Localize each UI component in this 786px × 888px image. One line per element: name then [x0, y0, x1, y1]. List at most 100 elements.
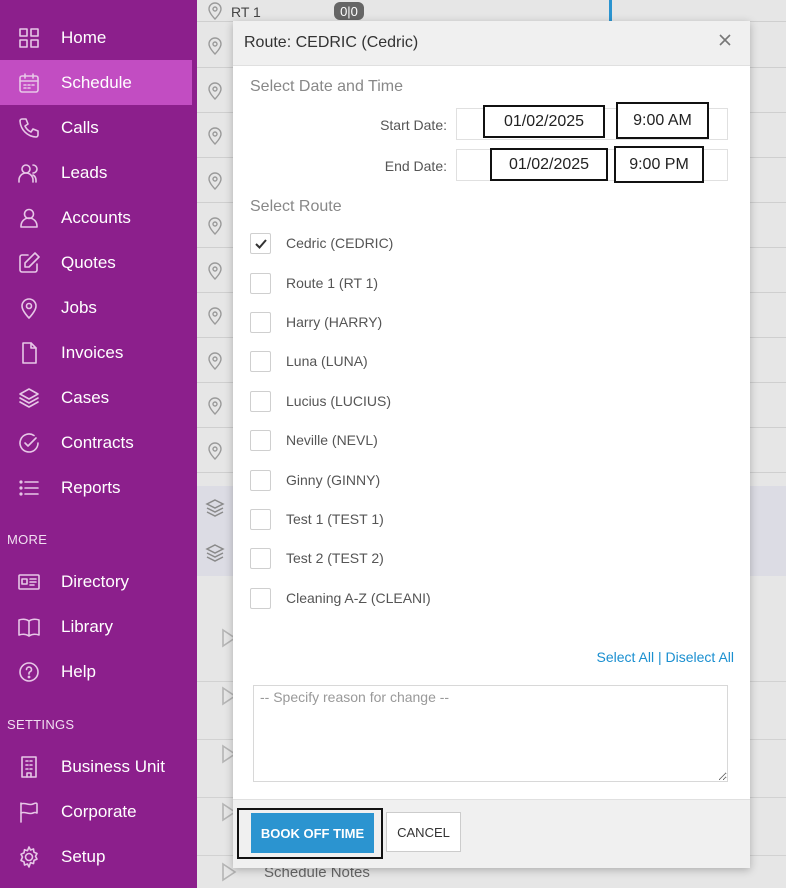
route-option-label: Cleaning A-Z (CLEANI) [286, 590, 431, 606]
now-indicator [609, 0, 612, 22]
route-option[interactable]: Lucius (LUCIUS) [250, 390, 391, 412]
sidebar-item-label: Jobs [61, 297, 97, 317]
route-option[interactable]: Route 1 (RT 1) [250, 272, 378, 294]
check-icon [255, 238, 267, 249]
map-pin-icon [207, 397, 223, 415]
select-all-link[interactable]: Select All [597, 649, 655, 665]
sidebar-item-leads[interactable]: Leads [0, 150, 192, 195]
sidebar-item-label: Accounts [61, 207, 131, 227]
route-checkbox[interactable] [250, 508, 271, 530]
route-option-label: Route 1 (RT 1) [286, 275, 379, 291]
start-time-input[interactable]: 9:00 AM [616, 102, 709, 139]
sidebar-item-label: Schedule [61, 72, 132, 92]
close-button[interactable] [718, 33, 736, 51]
end-date-label: End Date: [384, 158, 447, 174]
section-date-title: Select Date and Time [250, 78, 403, 95]
route-option-label: Neville (NEVL) [286, 432, 378, 448]
map-pin-icon [207, 352, 223, 370]
address-card-icon [16, 569, 42, 595]
sidebar-item-label: Leads [61, 162, 108, 182]
calendar-icon [16, 70, 42, 96]
sidebar-item-business-unit[interactable]: Business Unit [0, 744, 192, 789]
link-separator: | [654, 649, 666, 665]
deselect-all-link[interactable]: Diselect All [666, 649, 734, 665]
section-label-more: MORE [7, 532, 48, 547]
route-checkbox[interactable] [250, 350, 271, 372]
sidebar-item-reports[interactable]: Reports [0, 465, 192, 510]
gear-icon [16, 844, 42, 870]
route-checkbox[interactable] [250, 469, 271, 491]
route-option[interactable]: Ginny (GINNY) [250, 469, 380, 491]
book-off-time-button[interactable]: BOOK OFF TIME [251, 813, 374, 853]
start-date-input[interactable]: 01/02/2025 [483, 105, 605, 138]
phone-icon [16, 115, 42, 141]
sidebar-item-label: Corporate [61, 801, 137, 821]
book-off-time-highlight: BOOK OFF TIME [237, 808, 383, 859]
sidebar-item-contracts[interactable]: Contracts [0, 420, 192, 465]
route-option[interactable]: Neville (NEVL) [250, 429, 378, 451]
sidebar-item-jobs[interactable]: Jobs [0, 285, 192, 330]
sidebar-item-quotes[interactable]: Quotes [0, 240, 192, 285]
sidebar-item-home[interactable]: Home [0, 15, 192, 60]
route-option-label: Luna (LUNA) [286, 353, 368, 369]
sidebar-item-label: Cases [61, 387, 110, 407]
check-circle-icon [16, 430, 42, 456]
reason-textarea[interactable] [253, 685, 728, 782]
map-pin-icon [207, 127, 223, 145]
sidebar-item-cases[interactable]: Cases [0, 375, 192, 420]
route-option[interactable]: Cedric (CEDRIC) [250, 232, 393, 254]
cancel-button[interactable]: CANCEL [386, 812, 461, 852]
sidebar-item-directory[interactable]: Directory [0, 559, 192, 604]
map-pin-icon [207, 262, 223, 280]
sidebar-item-accounts[interactable]: Accounts [0, 195, 192, 240]
route-checkbox[interactable] [250, 390, 271, 412]
route-option[interactable]: Cleaning A-Z (CLEANI) [250, 587, 431, 609]
sidebar-item-corporate[interactable]: Corporate [0, 789, 192, 834]
dialog-title: Route: CEDRIC (Cedric) [244, 34, 419, 51]
sidebar-item-label: Help [61, 661, 96, 681]
layers-icon [16, 385, 42, 411]
route-option-label: Harry (HARRY) [286, 314, 383, 330]
route-label: RT 1 [231, 4, 261, 20]
end-time-input[interactable]: 9:00 PM [614, 146, 704, 183]
route-checkbox[interactable] [250, 232, 271, 254]
flag-icon [16, 799, 42, 825]
sidebar-item-label: Calls [61, 117, 99, 137]
sidebar-item-invoices[interactable]: Invoices [0, 330, 192, 375]
sidebar: Home Schedule Calls Leads Accounts Quotes Jobs… [0, 0, 197, 888]
sidebar-item-help[interactable]: Help [0, 649, 192, 694]
select-links: Select All | Diselect All [597, 649, 734, 665]
section-route-title: Select Route [250, 198, 342, 215]
sidebar-item-label: Quotes [61, 252, 116, 272]
route-option[interactable]: Harry (HARRY) [250, 311, 382, 333]
sidebar-item-library[interactable]: Library [0, 604, 192, 649]
sidebar-item-label: Invoices [61, 342, 124, 362]
sidebar-item-label: Contracts [61, 432, 134, 452]
route-checkbox[interactable] [250, 311, 271, 333]
sidebar-item-label: Reports [61, 477, 121, 497]
end-date-input[interactable]: 01/02/2025 [490, 148, 608, 181]
route-checkbox[interactable] [250, 272, 271, 294]
route-row-rt1[interactable]: RT 1 0|0 [197, 0, 786, 22]
route-option-label: Test 1 (TEST 1) [286, 511, 384, 527]
route-option-label: Lucius (LUCIUS) [286, 393, 392, 409]
sidebar-item-setup[interactable]: Setup [0, 834, 192, 879]
route-option[interactable]: Luna (LUNA) [250, 350, 368, 372]
route-option[interactable]: Test 2 (TEST 2) [250, 547, 384, 569]
sidebar-item-schedule[interactable]: Schedule [0, 60, 192, 105]
close-icon [719, 34, 731, 46]
map-pin-icon [207, 37, 223, 55]
list-icon [16, 475, 42, 501]
document-icon [16, 340, 42, 366]
route-checkbox[interactable] [250, 429, 271, 451]
map-pin-icon [16, 295, 42, 321]
sidebar-item-label: Library [61, 616, 113, 636]
users-icon [16, 160, 42, 186]
count-badge: 0|0 [334, 2, 364, 20]
route-checkbox[interactable] [250, 547, 271, 569]
route-checkbox[interactable] [250, 587, 271, 609]
sidebar-item-calls[interactable]: Calls [0, 105, 192, 150]
route-option-label: Cedric (CEDRIC) [286, 235, 394, 251]
route-option[interactable]: Test 1 (TEST 1) [250, 508, 384, 530]
route-option-label: Test 2 (TEST 2) [286, 550, 384, 566]
